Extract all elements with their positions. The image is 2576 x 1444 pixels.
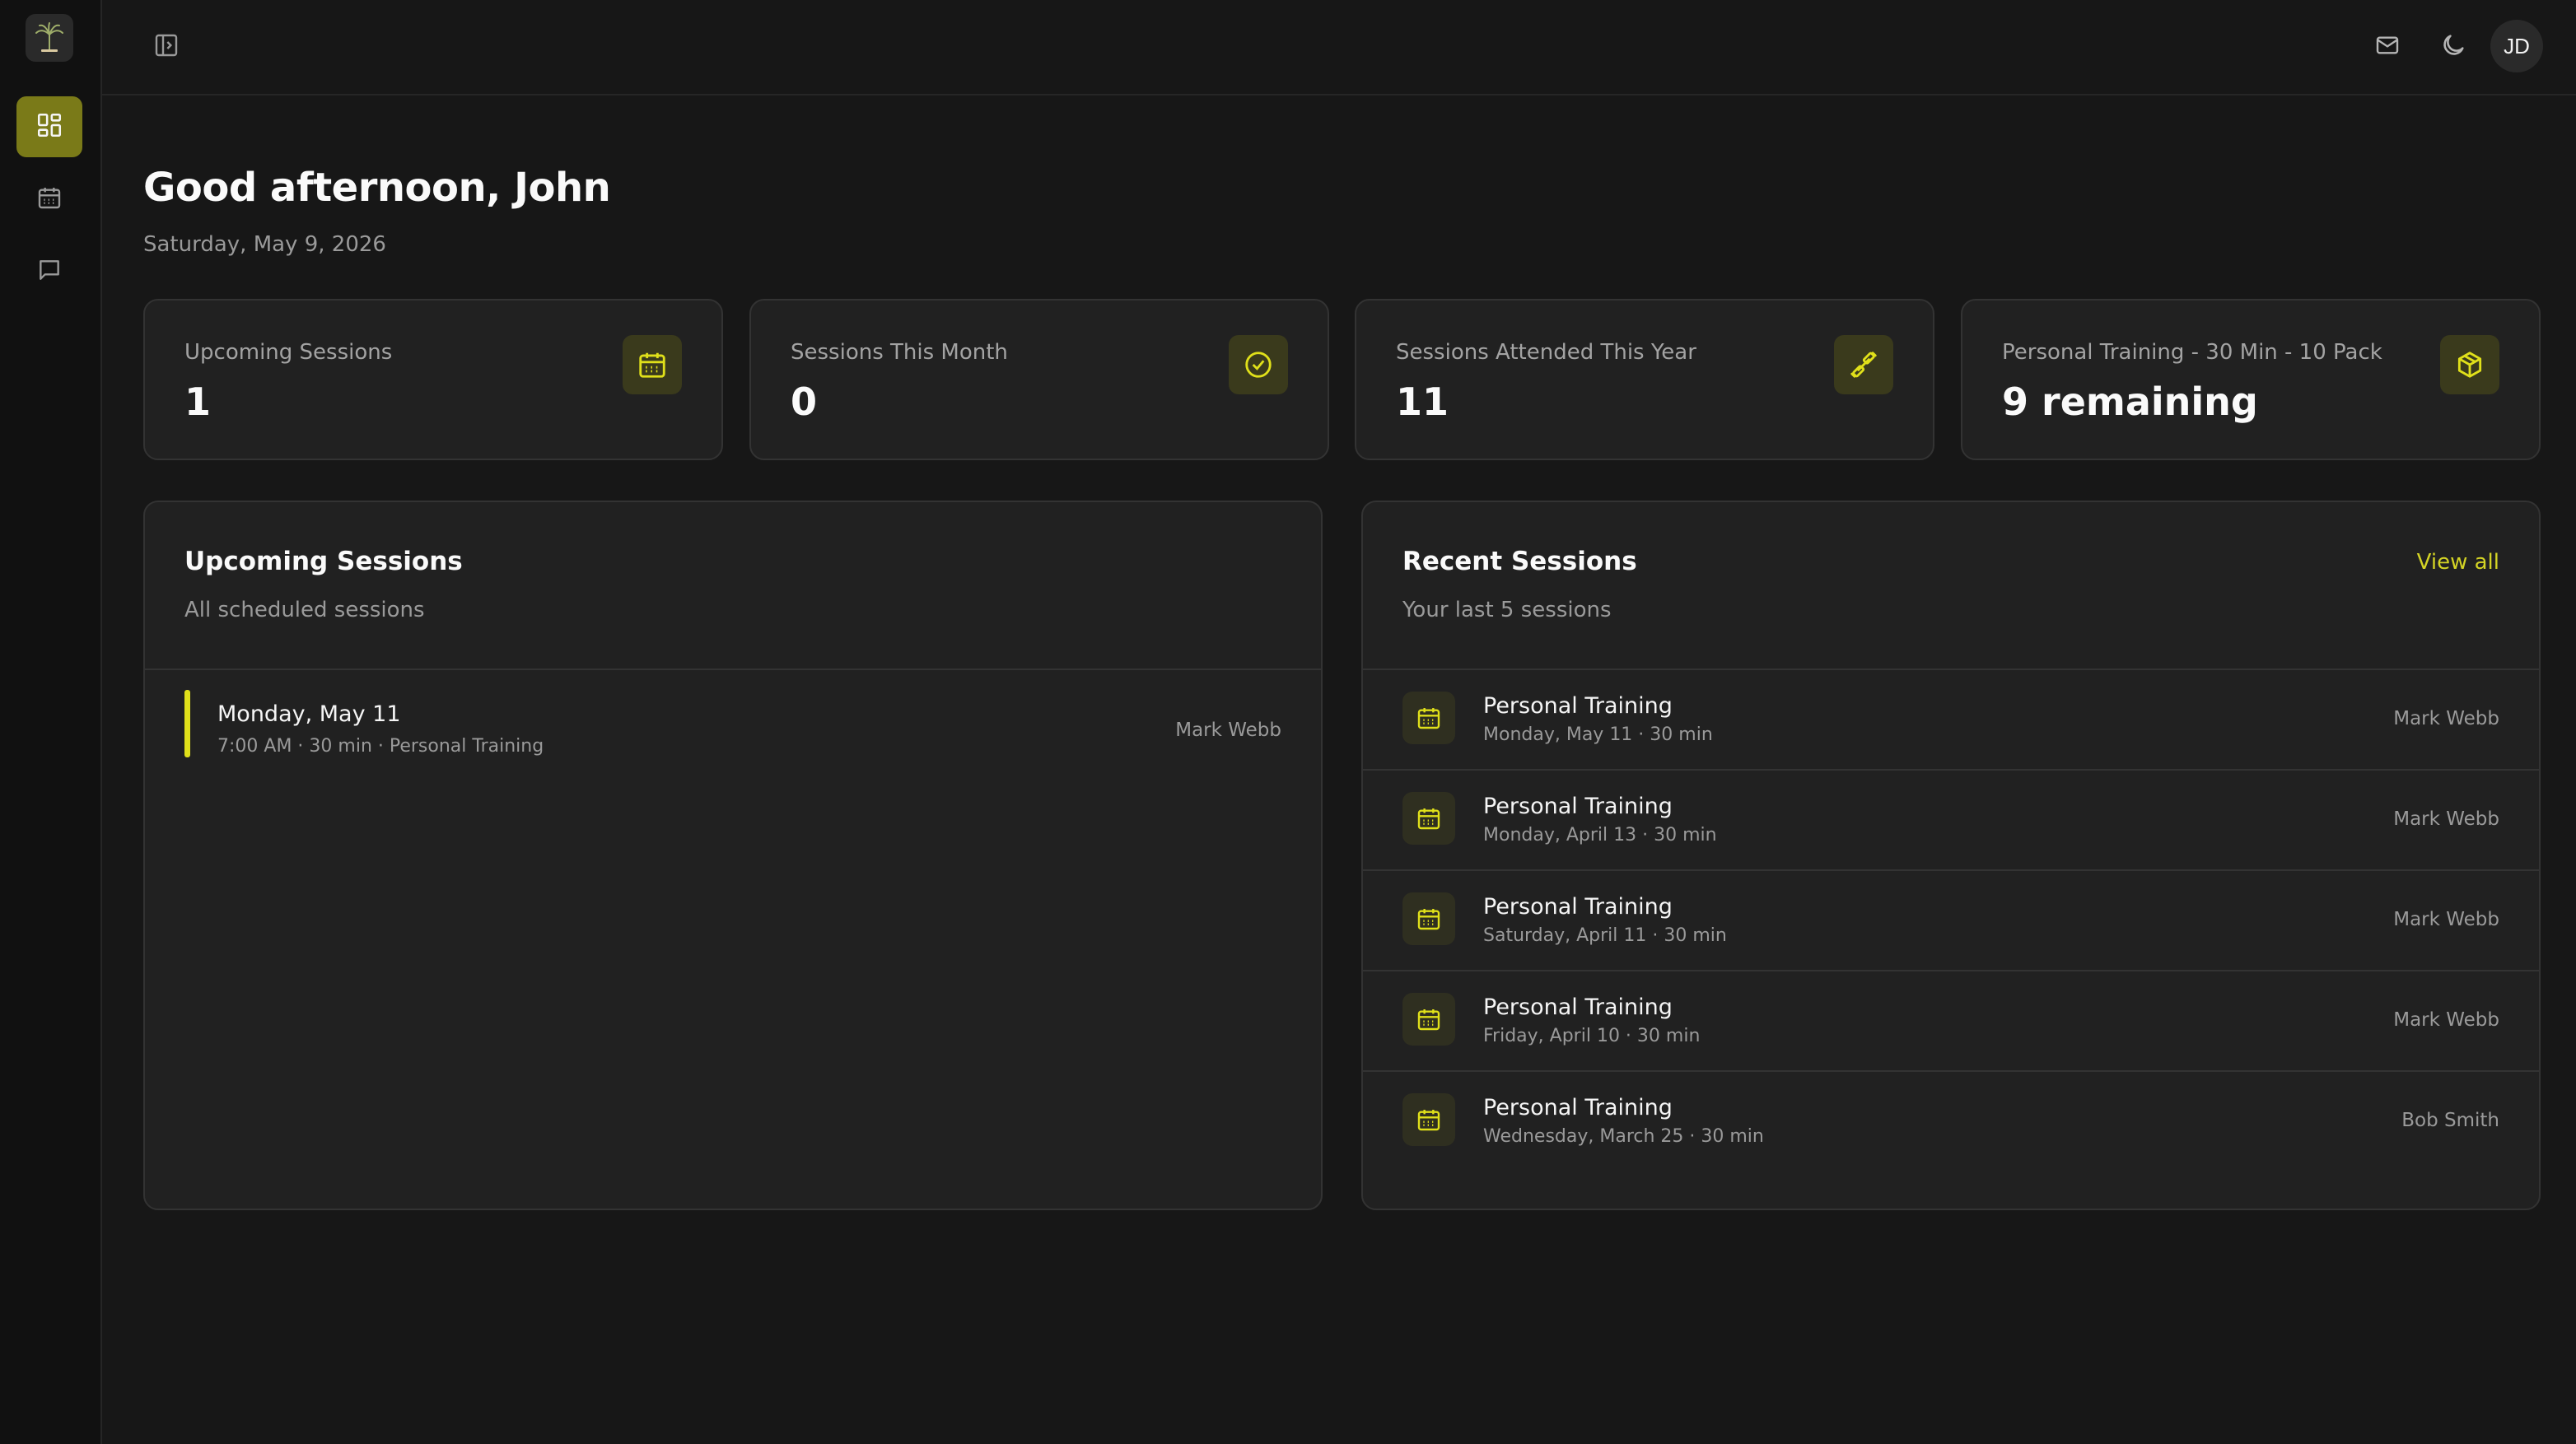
- avatar[interactable]: JD: [2490, 20, 2543, 72]
- panel-title: Recent Sessions: [1402, 547, 1637, 576]
- stat-label: Sessions This Month: [791, 340, 1008, 365]
- session-trainer: Mark Webb: [2393, 1009, 2499, 1031]
- calendar-icon: [36, 184, 63, 214]
- calendar-icon: [1402, 993, 1455, 1046]
- session-title: Personal Training: [1483, 693, 1673, 719]
- stat-value: 11: [1396, 380, 1449, 424]
- session-title: Personal Training: [1483, 894, 1673, 920]
- mail-icon[interactable]: [2367, 25, 2408, 66]
- panel-subtitle: Your last 5 sessions: [1402, 598, 1612, 622]
- recent-sessions-panel: Recent Sessions Your last 5 sessions Vie…: [1361, 501, 2541, 1210]
- panel-title: Upcoming Sessions: [184, 547, 463, 576]
- sidebar-item-messages[interactable]: [16, 241, 82, 302]
- calendar-icon: [1402, 792, 1455, 845]
- moon-icon[interactable]: [2433, 25, 2474, 66]
- page-title: Good afternoon, John: [143, 165, 611, 211]
- calendar-icon: [1402, 1093, 1455, 1146]
- list-item[interactable]: Personal Training Friday, April 10 · 30 …: [1363, 971, 2539, 1072]
- session-meta: Monday, May 11 · 30 min: [1483, 724, 1713, 745]
- upcoming-session-item[interactable]: Monday, May 11 7:00 AM · 30 min · Person…: [184, 690, 1281, 757]
- accent-bar: [184, 690, 190, 757]
- list-item[interactable]: Personal Training Wednesday, March 25 · …: [1363, 1072, 2539, 1172]
- stat-value: 1: [184, 380, 212, 424]
- session-title: Personal Training: [1483, 794, 1673, 819]
- session-meta: Friday, April 10 · 30 min: [1483, 1026, 1701, 1046]
- sidebar-item-calendar[interactable]: [16, 169, 82, 230]
- calendar-icon: [1402, 892, 1455, 945]
- session-trainer: Mark Webb: [2393, 909, 2499, 930]
- sidebar: [0, 0, 102, 1444]
- stat-card-sessions-this-year: Sessions Attended This Year 11: [1355, 299, 1934, 460]
- stat-label: Sessions Attended This Year: [1396, 340, 1696, 365]
- session-meta: Saturday, April 11 · 30 min: [1483, 925, 1727, 946]
- stat-value: 0: [791, 380, 818, 424]
- palm-tree-logo[interactable]: [26, 14, 73, 62]
- dumbbell-icon: [1834, 335, 1893, 394]
- upcoming-sessions-panel: Upcoming Sessions All scheduled sessions…: [143, 501, 1323, 1210]
- session-date: Monday, May 11: [217, 701, 401, 727]
- stat-label: Personal Training - 30 Min - 10 Pack: [2002, 340, 2382, 365]
- view-all-link[interactable]: View all: [2417, 550, 2499, 575]
- panel-subtitle: All scheduled sessions: [184, 598, 425, 622]
- check-circle-icon: [1229, 335, 1288, 394]
- sidebar-toggle-icon[interactable]: [146, 25, 187, 66]
- session-trainer: Bob Smith: [2401, 1110, 2499, 1131]
- stat-card-training-pack: Personal Training - 30 Min - 10 Pack 9 r…: [1961, 299, 2541, 460]
- stat-value: 9 remaining: [2002, 380, 2258, 424]
- chat-icon: [36, 257, 63, 286]
- current-date: Saturday, May 9, 2026: [143, 232, 386, 257]
- session-trainer: Mark Webb: [1175, 720, 1281, 741]
- session-meta: 7:00 AM · 30 min · Personal Training: [217, 736, 544, 757]
- session-trainer: Mark Webb: [2393, 808, 2499, 830]
- package-icon: [2440, 335, 2499, 394]
- divider: [145, 668, 1321, 670]
- stat-card-sessions-this-month: Sessions This Month 0: [749, 299, 1329, 460]
- list-item[interactable]: Personal Training Monday, May 11 · 30 mi…: [1363, 670, 2539, 771]
- list-item[interactable]: Personal Training Saturday, April 11 · 3…: [1363, 871, 2539, 971]
- session-title: Personal Training: [1483, 1095, 1673, 1120]
- session-title: Personal Training: [1483, 994, 1673, 1020]
- calendar-icon: [623, 335, 682, 394]
- stat-card-upcoming-sessions: Upcoming Sessions 1: [143, 299, 723, 460]
- session-meta: Wednesday, March 25 · 30 min: [1483, 1126, 1764, 1147]
- list-item[interactable]: Personal Training Monday, April 13 · 30 …: [1363, 771, 2539, 871]
- calendar-icon: [1402, 692, 1455, 744]
- sidebar-item-dashboard[interactable]: [16, 96, 82, 157]
- grid-icon: [35, 111, 63, 142]
- session-trainer: Mark Webb: [2393, 708, 2499, 729]
- top-header: JD: [102, 0, 2576, 95]
- stat-label: Upcoming Sessions: [184, 340, 393, 365]
- session-meta: Monday, April 13 · 30 min: [1483, 825, 1717, 845]
